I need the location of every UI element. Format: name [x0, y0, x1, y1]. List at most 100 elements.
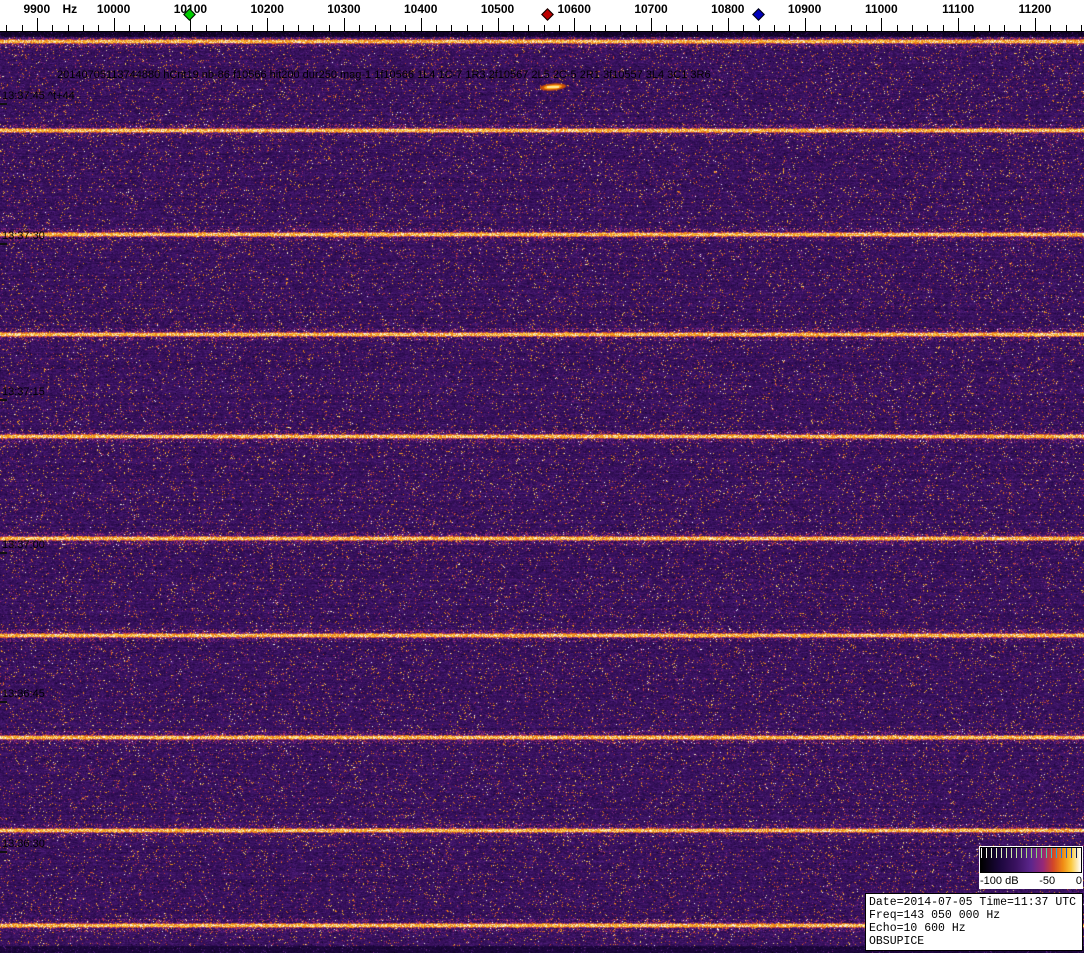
freq-minor-tick — [819, 25, 821, 31]
freq-minor-tick — [835, 25, 837, 31]
freq-minor-tick — [528, 25, 530, 31]
freq-minor-tick — [666, 25, 668, 31]
freq-tick-label: 10300 — [327, 2, 361, 16]
freq-minor-tick — [451, 25, 453, 31]
freq-major-tick — [881, 18, 883, 31]
freq-minor-tick — [159, 25, 161, 31]
freq-minor-tick — [712, 25, 714, 31]
freq-minor-tick — [1004, 25, 1006, 31]
blue-cursor-marker[interactable] — [751, 8, 765, 21]
freq-minor-tick — [758, 25, 760, 31]
info-frequency: Freq=143 050 000 Hz — [869, 909, 1001, 922]
info-station: OBSUPICE — [869, 935, 925, 948]
freq-minor-tick — [328, 25, 330, 31]
freq-minor-tick — [98, 25, 100, 31]
freq-minor-tick — [620, 25, 622, 31]
freq-tick-label: 9900 — [23, 2, 51, 16]
info-date-time: Date=2014-07-05 Time=11:37 UTC — [869, 896, 1077, 909]
freq-tick-label: 10400 — [404, 2, 438, 16]
freq-minor-tick — [436, 25, 438, 31]
colorbar-max-label: 0 — [1075, 874, 1082, 887]
freq-major-tick — [267, 18, 269, 31]
freq-tick-label: 10000 — [96, 2, 131, 16]
freq-minor-tick — [144, 25, 146, 31]
freq-minor-tick — [482, 25, 484, 31]
freq-minor-tick — [390, 25, 391, 31]
spectrogram-waterfall[interactable] — [0, 32, 1084, 953]
freq-minor-tick — [635, 25, 637, 31]
freq-minor-tick — [1065, 25, 1067, 31]
freq-minor-tick — [282, 25, 284, 31]
freq-minor-tick — [558, 25, 560, 31]
freq-unit-label: Hz — [62, 2, 78, 16]
freq-minor-tick — [743, 25, 745, 31]
freq-major-tick — [574, 18, 576, 31]
freq-minor-tick — [543, 25, 545, 31]
frequency-ruler: 9900100001010010200103001040010500106001… — [0, 0, 1084, 32]
freq-minor-tick — [374, 25, 376, 31]
colorbar-labels: -100 dB -50 0 — [980, 873, 1082, 888]
freq-tick-label: 10600 — [557, 2, 591, 16]
freq-tick-label: 10700 — [634, 2, 668, 16]
freq-minor-tick — [988, 25, 990, 31]
freq-minor-tick — [1019, 25, 1021, 31]
station-info-box: Date=2014-07-05 Time=11:37 UTC Freq=143 … — [865, 893, 1083, 951]
freq-minor-tick — [6, 25, 8, 31]
freq-minor-tick — [21, 25, 23, 31]
freq-minor-tick — [82, 25, 84, 31]
freq-minor-tick — [251, 25, 253, 31]
freq-minor-tick — [973, 25, 975, 31]
info-echo: Echo=10 600 Hz — [869, 922, 966, 935]
freq-tick-label: 11200 — [1018, 2, 1052, 16]
freq-major-tick — [420, 18, 422, 31]
freq-minor-tick — [912, 25, 913, 31]
freq-minor-tick — [313, 25, 315, 31]
freq-minor-tick — [52, 25, 54, 31]
freq-major-tick — [343, 18, 345, 31]
freq-minor-tick — [466, 25, 468, 31]
freq-minor-tick — [236, 25, 238, 31]
freq-minor-tick — [789, 25, 791, 31]
freq-minor-tick — [129, 25, 130, 31]
freq-major-tick — [804, 18, 806, 31]
freq-minor-tick — [297, 25, 299, 31]
freq-minor-tick — [850, 25, 852, 31]
freq-minor-tick — [697, 25, 699, 31]
meteor-spectrogram-window: 9900100001010010200103001040010500106001… — [0, 0, 1084, 953]
freq-major-tick — [36, 18, 38, 31]
colorbar-mid-label: -50 — [1039, 874, 1056, 887]
freq-tick-label: 10900 — [787, 2, 822, 16]
freq-minor-tick — [681, 25, 683, 31]
freq-minor-tick — [221, 25, 223, 31]
freq-minor-tick — [67, 25, 69, 31]
freq-minor-tick — [1050, 25, 1052, 31]
colorbar-min-label: -100 dB — [980, 874, 1019, 887]
freq-minor-tick — [405, 25, 407, 31]
freq-minor-tick — [589, 25, 591, 31]
freq-major-tick — [190, 18, 192, 31]
freq-tick-label: 10500 — [480, 2, 515, 16]
freq-minor-tick — [605, 25, 606, 31]
freq-tick-label: 11100 — [942, 2, 975, 16]
freq-minor-tick — [942, 25, 944, 31]
freq-major-tick — [497, 18, 499, 31]
freq-major-tick — [727, 18, 729, 31]
freq-minor-tick — [359, 25, 361, 31]
freq-major-tick — [651, 18, 652, 31]
freq-tick-label: 10200 — [250, 2, 284, 16]
colorbar-ticks — [981, 848, 1081, 858]
colorbar-gradient — [980, 847, 1082, 873]
freq-minor-tick — [866, 25, 867, 31]
freq-minor-tick — [773, 25, 775, 31]
freq-minor-tick — [1080, 25, 1082, 31]
freq-minor-tick — [896, 25, 898, 31]
freq-minor-tick — [512, 25, 514, 31]
colorbar-legend: -100 dB -50 0 — [979, 846, 1083, 889]
red-cursor-marker[interactable] — [541, 8, 554, 21]
freq-major-tick — [113, 18, 115, 31]
freq-tick-label: 11000 — [864, 2, 898, 16]
freq-minor-tick — [205, 25, 207, 31]
freq-minor-tick — [175, 25, 176, 31]
freq-tick-label: 10800 — [711, 2, 745, 16]
freq-major-tick — [1034, 18, 1036, 31]
